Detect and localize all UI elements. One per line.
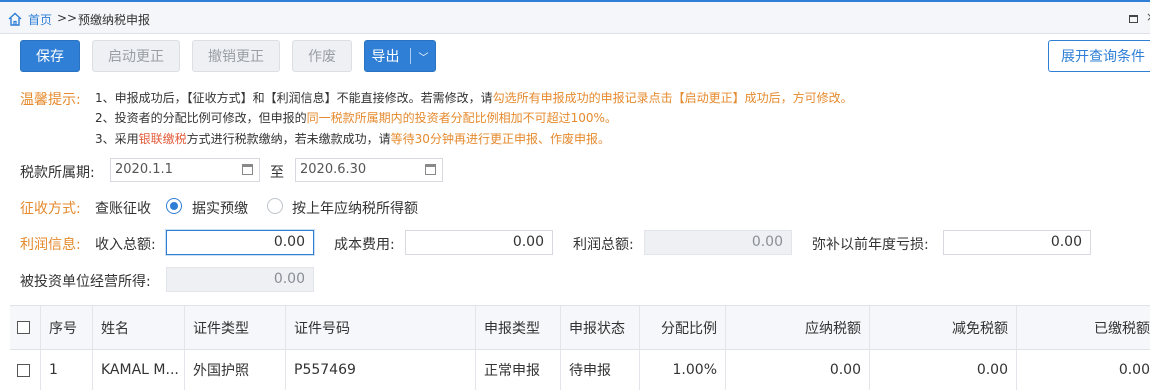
tip-2-text: 2、投资者的分配比例可修改，但申报的	[95, 111, 307, 125]
period-start-value: 2020.1.1	[115, 162, 173, 177]
cell-name: KAMAL M...	[92, 350, 184, 390]
table-header: 序号 姓名 证件类型 证件号码 申报类型 申报状态 分配比例 应纳税额 减免税额…	[10, 306, 1150, 350]
select-all-checkbox[interactable]	[17, 321, 30, 334]
cost-input[interactable]: 0.00	[405, 230, 553, 255]
export-button[interactable]: 导出 ﹀	[364, 40, 436, 72]
breadcrumb-current: 预缴纳税申报	[78, 13, 151, 27]
maximize-icon[interactable]	[1129, 15, 1138, 23]
loss-label: 弥补以前年度亏损:	[812, 237, 929, 253]
expand-query-button[interactable]: 展开查询条件	[1048, 40, 1150, 72]
investor-table: 序号 姓名 证件类型 证件号码 申报类型 申报状态 分配比例 应纳税额 减免税额…	[10, 305, 1150, 390]
tip-3-text-a: 3、采用	[95, 132, 139, 146]
collection-method: 查账征收	[95, 201, 151, 217]
table-row[interactable]: 1 KAMAL M... 外国护照 P557469 正常申报 待申报 1.00%…	[10, 350, 1150, 390]
save-button[interactable]: 保存	[20, 40, 80, 72]
header-tax-paid: 已缴税额	[1016, 306, 1150, 349]
export-divider	[409, 48, 411, 64]
header-tax-payable: 应纳税额	[725, 306, 869, 349]
radio-actual-prepay[interactable]	[166, 198, 182, 214]
profit-label: 利润信息:	[20, 237, 81, 253]
breadcrumb: 首页 >> 预缴纳税申报 ×	[0, 2, 1150, 34]
period-label: 税款所属期:	[20, 165, 95, 181]
header-index: 序号	[40, 306, 92, 349]
cost-label: 成本费用:	[334, 237, 395, 253]
period-end-input[interactable]: 2020.6.30	[295, 158, 443, 182]
cell-status: 待申报	[560, 350, 639, 390]
calendar-icon[interactable]	[242, 164, 253, 175]
cancel-correction-button[interactable]: 撤销更正	[192, 40, 280, 72]
cell-tax-relief: 0.00	[869, 350, 1016, 390]
cell-ratio: 1.00%	[639, 350, 725, 390]
collection-label: 征收方式:	[20, 201, 81, 217]
tip-line-1: 1、申报成功后，【征收方式】和【利润信息】不能直接修改。若需修改，请勾选所有申报…	[95, 89, 853, 106]
investee-label: 被投资单位经营所得:	[20, 274, 151, 290]
start-correction-button[interactable]: 启动更正	[92, 40, 180, 72]
period-end-value: 2020.6.30	[300, 162, 367, 177]
investee-field: 0.00	[166, 267, 314, 292]
tip-2-highlight: 同一税款所属期内的投资者分配比例相加不可超过100%。	[306, 111, 617, 125]
loss-input[interactable]: 0.00	[943, 230, 1091, 255]
header-status: 申报状态	[560, 306, 639, 349]
home-icon[interactable]	[7, 11, 23, 27]
header-id-type: 证件类型	[184, 306, 285, 349]
total-income-input[interactable]: 0.00	[166, 230, 314, 255]
radio-last-year-income[interactable]	[267, 198, 283, 214]
chevron-down-icon: ﹀	[418, 52, 429, 64]
cell-index: 1	[40, 350, 92, 390]
cell-tax-paid: 0.00	[1016, 350, 1150, 390]
breadcrumb-home-link[interactable]: 首页	[28, 11, 52, 28]
header-tax-relief: 减免税额	[869, 306, 1016, 349]
tip-3-text-b: 方式进行税款缴纳，若未缴款成功，请	[186, 132, 391, 146]
header-report-type: 申报类型	[475, 306, 560, 349]
total-profit-label: 利润总额:	[573, 237, 634, 253]
radio-last-year-income-label[interactable]: 按上年应纳税所得额	[292, 198, 418, 218]
calendar-icon[interactable]	[425, 164, 436, 175]
close-icon[interactable]: ×	[1146, 10, 1150, 24]
header-id-number: 证件号码	[285, 306, 475, 349]
header-ratio: 分配比例	[639, 306, 725, 349]
tip-3-highlight-a: 银联缴税	[138, 132, 187, 146]
row-checkbox-cell	[10, 350, 40, 390]
void-button[interactable]: 作废	[292, 40, 352, 72]
tip-line-2: 2、投资者的分配比例可修改，但申报的同一税款所属期内的投资者分配比例相加不可超过…	[95, 109, 617, 126]
radio-actual-prepay-label[interactable]: 据实预缴	[192, 198, 248, 218]
tip-1-highlight: 勾选所有申报成功的申报记录点击【启动更正】成功后，方可修改。	[492, 91, 853, 105]
total-income-label: 收入总额:	[95, 237, 156, 253]
tips-label: 温馨提示:	[20, 92, 81, 108]
cell-id-type: 外国护照	[184, 350, 285, 390]
header-name: 姓名	[92, 306, 184, 349]
row-checkbox[interactable]	[17, 363, 30, 377]
breadcrumb-separator: >>	[57, 11, 78, 25]
cell-tax-payable: 0.00	[725, 350, 869, 390]
header-checkbox-cell	[10, 306, 40, 349]
cell-id-number: P557469	[285, 350, 475, 390]
period-to-label: 至	[270, 165, 284, 181]
total-profit-field: 0.00	[644, 230, 792, 255]
tip-line-3: 3、采用银联缴税方式进行税款缴纳，若未缴款成功，请等待30分钟再进行更正申报、作…	[95, 130, 610, 147]
tip-3-highlight-b: 等待30分钟再进行更正申报、作废申报。	[390, 132, 610, 146]
tip-1-text: 1、申报成功后，【征收方式】和【利润信息】不能直接修改。若需修改，请	[95, 91, 493, 105]
export-label: 导出	[371, 49, 400, 65]
cell-report-type: 正常申报	[475, 350, 560, 390]
period-start-input[interactable]: 2020.1.1	[110, 158, 260, 182]
